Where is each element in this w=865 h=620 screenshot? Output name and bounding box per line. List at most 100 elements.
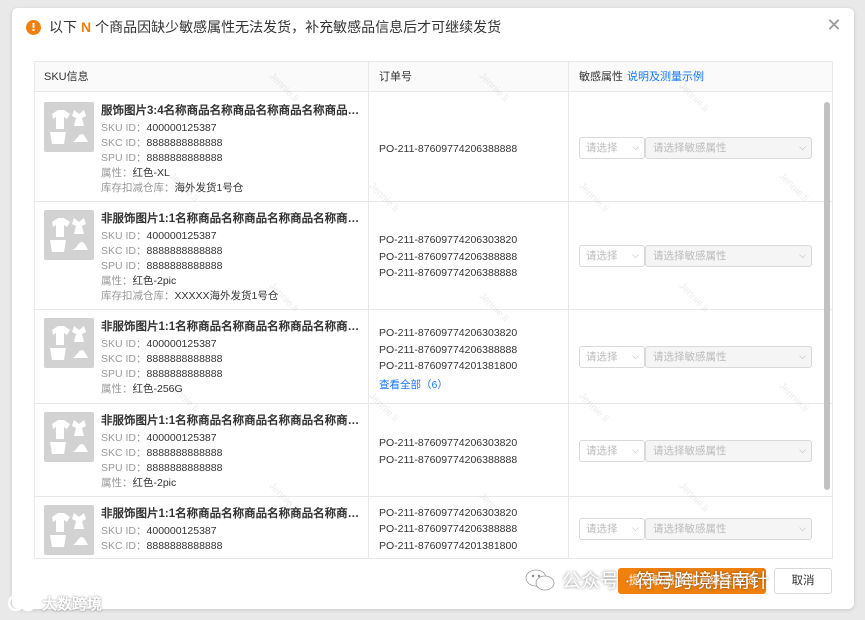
brand-logo-icon <box>8 594 36 612</box>
field-value: 8888888888888 <box>146 368 223 380</box>
sku-skc-id: SKC ID：8888888888888 <box>101 243 222 258</box>
select-placeholder: 请选择 <box>586 445 618 457</box>
table-row: 非服饰图片1:1名称商品名称商品名称商品名称商品名称 SKU ID：4000001… <box>35 202 832 310</box>
attr-type-select[interactable]: 请选择 ⌵ <box>579 245 645 267</box>
field-value: 红色-2pic <box>132 477 177 489</box>
sku-sku-id: SKU ID：400000125387 <box>101 430 217 445</box>
attr-value-select[interactable]: 请选择敏感属性 ⌵ <box>645 245 812 267</box>
order-number: PO-211-87609774206388888 <box>379 343 518 356</box>
chevron-down-icon: ⌵ <box>632 352 639 362</box>
order-number: PO-211-87609774201381800 <box>379 360 518 372</box>
sku-sku-id: SKU ID：400000125387 <box>101 120 217 135</box>
title-prefix: 以下 <box>49 19 77 35</box>
chevron-down-icon: ⌵ <box>632 524 639 534</box>
close-icon[interactable]: ✕ <box>824 16 844 36</box>
chevron-down-icon: ⌵ <box>799 352 806 362</box>
sku-sku-id: SKU ID：400000125387 <box>101 336 217 351</box>
field-label: SKU ID： <box>101 338 147 350</box>
field-value: 红色-2pic <box>132 275 177 287</box>
sensitive-attr-dialog: ! 以下 N 个商品因缺少敏感属性无法发货，补充敏感品信息后才可继续发货 ✕ SKU… <box>12 8 854 609</box>
column-order: 订单号 <box>379 71 412 83</box>
field-value: 8888888888888 <box>146 245 223 257</box>
sku-warehouse: 库存扣减仓库：XXXXX海外发货1号仓 <box>101 288 278 303</box>
field-label: 属性： <box>101 275 133 287</box>
select-placeholder: 请选择敏感属性 <box>653 523 727 535</box>
product-thumbnail <box>44 102 94 152</box>
attr-type-select[interactable]: 请选择 ⌵ <box>579 346 645 368</box>
dialog-title: 以下 N 个商品因缺少敏感属性无法发货，补充敏感品信息后才可继续发货 <box>49 17 501 37</box>
overlay-right: 公众号 · 符号跨境指南针 <box>524 566 769 593</box>
field-value: 400000125387 <box>146 122 217 134</box>
field-value: 海外发货1号仓 <box>174 182 244 194</box>
table-row: 服饰图片3:4名称商品名称商品名称商品名称商品名称 SKU ID：40000012… <box>35 94 832 202</box>
field-value: 8888888888888 <box>146 260 223 272</box>
attr-type-select[interactable]: 请选择 ⌵ <box>579 137 645 159</box>
attr-type-select[interactable]: 请选择 ⌵ <box>579 518 645 540</box>
attr-value-select[interactable]: 请选择敏感属性 ⌵ <box>645 518 812 540</box>
overlay-left: 大数跨境 <box>8 592 102 614</box>
field-label: SKC ID： <box>101 353 147 365</box>
cancel-button[interactable]: 取消 <box>774 568 832 594</box>
product-title: 非服饰图片1:1名称商品名称商品名称商品名称商品名称 <box>101 508 363 520</box>
table-scrollbar[interactable] <box>824 102 830 490</box>
overlay-left-text: 大数跨境 <box>42 595 103 613</box>
sku-spu-id: SPU ID：8888888888888 <box>101 460 222 475</box>
field-value: 8888888888888 <box>146 462 223 474</box>
column-sku: SKU信息 <box>44 71 89 83</box>
order-number: PO-211-87609774206388888 <box>379 250 518 263</box>
attr-value-select[interactable]: 请选择敏感属性 ⌵ <box>645 137 812 159</box>
field-label: SKU ID： <box>101 230 147 242</box>
select-placeholder: 请选择敏感属性 <box>653 250 727 262</box>
title-suffix: 个商品因缺少敏感属性无法发货，补充敏感品信息后才可继续发货 <box>95 19 502 35</box>
field-label: 库存扣减仓库： <box>101 182 175 194</box>
attr-type-select[interactable]: 请选择 ⌵ <box>579 440 645 462</box>
order-number: PO-211-87609774206303820 <box>379 234 518 247</box>
product-title: 非服饰图片1:1名称商品名称商品名称商品名称商品名称 <box>101 213 363 225</box>
order-number: PO-211-87609774206388888 <box>379 267 518 280</box>
sku-warehouse: 库存扣减仓库：海外发货1号仓 <box>101 180 243 195</box>
chevron-down-icon: ⌵ <box>632 143 639 153</box>
attr-value-select[interactable]: 请选择敏感属性 ⌵ <box>645 440 812 462</box>
chevron-down-icon: ⌵ <box>799 446 806 456</box>
product-thumbnail <box>44 318 94 368</box>
order-number: PO-211-87609774206388888 <box>379 142 518 155</box>
chevron-down-icon: ⌵ <box>632 251 639 261</box>
sku-sku-id: SKU ID：400000125387 <box>101 228 217 243</box>
field-value: 红色-256G <box>132 383 183 395</box>
product-title: 非服饰图片1:1名称商品名称商品名称商品名称商品名称 <box>101 415 363 427</box>
measure-example-link[interactable]: 说明及测量示例 <box>627 71 704 83</box>
field-value: 红色-XL <box>132 167 170 179</box>
sku-skc-id: SKC ID：8888888888888 <box>101 351 222 366</box>
sku-spu-id: SPU ID：8888888888888 <box>101 258 222 273</box>
field-value: 8888888888888 <box>146 137 223 149</box>
sku-spu-id: SPU ID：8888888888888 <box>101 366 222 381</box>
chevron-down-icon: ⌵ <box>799 524 806 534</box>
warning-icon: ! <box>26 19 41 35</box>
field-value: 400000125387 <box>146 432 217 444</box>
order-number: PO-211-87609774206303820 <box>379 327 518 339</box>
field-label: SKU ID： <box>101 432 147 444</box>
sku-skc-id: SKC ID：8888888888888 <box>101 135 222 150</box>
table-row: 非服饰图片1:1名称商品名称商品名称商品名称商品名称 SKU ID：4000001… <box>35 497 832 558</box>
title-count: N <box>81 19 92 35</box>
sku-spu-id: SPU ID：8888888888888 <box>101 150 222 165</box>
field-label: SKC ID： <box>101 245 147 257</box>
order-number: PO-211-87609774206388888 <box>379 523 518 536</box>
attr-value-select[interactable]: 请选择敏感属性 ⌵ <box>645 346 812 368</box>
field-label: SPU ID： <box>101 260 147 272</box>
order-number: PO-211-87609774206388888 <box>379 453 518 466</box>
view-all-orders-link[interactable]: 查看全部（6） <box>379 377 448 392</box>
field-value: 400000125387 <box>146 525 217 537</box>
field-value: 8888888888888 <box>146 152 223 164</box>
overlay-right-text: 公众号 · 符号跨境指南针 <box>562 571 769 592</box>
product-title: 服饰图片3:4名称商品名称商品名称商品名称商品名称 <box>101 105 363 117</box>
field-value: 8888888888888 <box>146 447 223 459</box>
select-placeholder: 请选择敏感属性 <box>653 351 727 363</box>
sku-attr: 属性：红色-2pic <box>101 273 176 288</box>
field-label: 库存扣减仓库： <box>101 290 175 302</box>
field-label: SPU ID： <box>101 462 147 474</box>
select-placeholder: 请选择敏感属性 <box>653 142 727 154</box>
order-number: PO-211-87609774206303820 <box>379 437 518 449</box>
sku-table: SKU信息 订单号 敏感属性 说明及测量示例 服饰图片3:4名称商品名称商品名称商… <box>34 61 833 559</box>
sku-skc-id: SKC ID：8888888888888 <box>101 445 222 460</box>
